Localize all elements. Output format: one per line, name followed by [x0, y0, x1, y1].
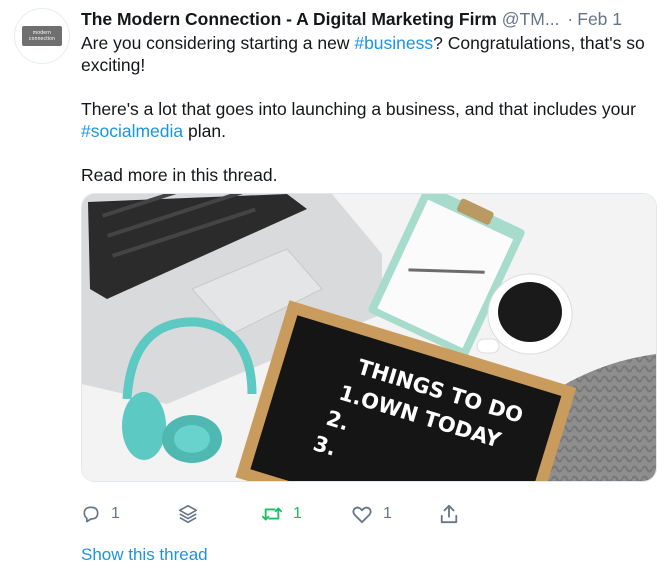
tweet-text: Are you considering starting a new #busi…	[81, 32, 661, 186]
like-button[interactable]: 1	[351, 499, 392, 529]
reply-count: 1	[111, 505, 120, 522]
layers-icon	[178, 504, 198, 524]
tweet-paragraph-3: Read more in this thread.	[81, 165, 278, 185]
reply-button[interactable]: 1	[81, 499, 120, 529]
show-thread-link[interactable]: Show this thread	[81, 545, 208, 565]
text-segment: plan.	[183, 121, 226, 141]
avatar[interactable]: modern connection	[14, 8, 70, 64]
share-button[interactable]	[439, 499, 459, 529]
logo-text-bottom: connection	[28, 36, 56, 42]
tweet-image-illustration: THINGS TO DO 1.OWN TODAY 2. 3.	[82, 194, 656, 481]
retweet-icon	[261, 507, 282, 521]
separator: ·	[567, 9, 574, 29]
reply-icon	[83, 506, 99, 523]
tweet-date[interactable]: Feb 1	[577, 9, 622, 30]
text-segment: Are you considering starting a new	[81, 33, 355, 53]
heart-icon	[352, 506, 372, 524]
like-count: 1	[383, 505, 392, 522]
tweet-actions: 1 1 1	[81, 499, 481, 529]
retweet-count: 1	[293, 505, 302, 522]
company-logo: modern connection	[22, 26, 62, 46]
tweet-paragraph-2: There's a lot that goes into launching a…	[81, 98, 661, 142]
author-handle[interactable]: @TM...	[502, 9, 560, 30]
hashtag-business[interactable]: #business	[354, 33, 433, 53]
hashtag-socialmedia[interactable]: #socialmedia	[81, 121, 183, 141]
text-segment: There's a lot that goes into launching a…	[81, 99, 636, 119]
share-icon	[440, 504, 458, 524]
stack-button[interactable]	[177, 499, 199, 529]
author-name[interactable]: The Modern Connection - A Digital Market…	[81, 9, 497, 30]
retweet-button[interactable]: 1	[261, 499, 302, 529]
tweet-image[interactable]: THINGS TO DO 1.OWN TODAY 2. 3.	[81, 193, 657, 482]
tweet-header: The Modern Connection - A Digital Market…	[81, 9, 662, 31]
tweet-paragraph-1: Are you considering starting a new #busi…	[81, 32, 661, 76]
